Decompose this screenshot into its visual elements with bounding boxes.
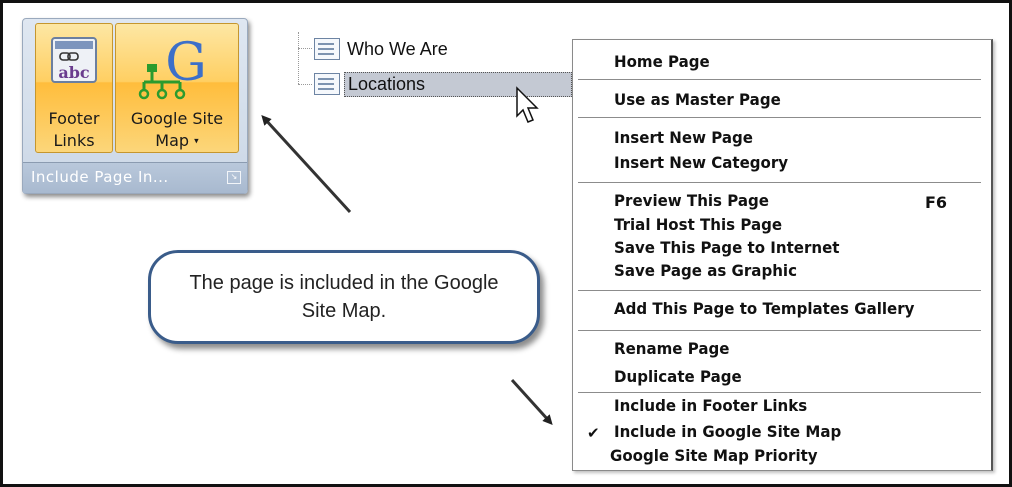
mouse-cursor-icon [516,86,539,123]
arrow-to-ribbon-icon [261,115,352,214]
annotation-layer [261,86,553,425]
arrow-to-menu-item-icon [510,378,553,425]
